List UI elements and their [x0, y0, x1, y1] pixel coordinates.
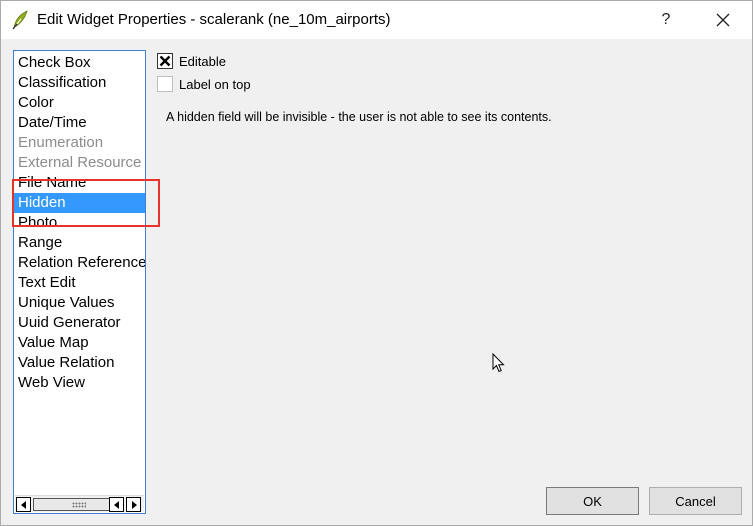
mouse-pointer-icon [492, 353, 505, 373]
list-item-range[interactable]: Range [14, 233, 145, 253]
cancel-button[interactable]: Cancel [649, 487, 742, 515]
close-button[interactable] [701, 1, 745, 39]
arrow-left-icon [20, 500, 26, 509]
editable-checkbox[interactable] [157, 53, 173, 69]
close-icon [716, 13, 730, 27]
list-item-check-box[interactable]: Check Box [14, 53, 145, 73]
widget-description: A hidden field will be invisible - the u… [166, 110, 552, 124]
scroll-right-button[interactable] [126, 497, 141, 512]
title-bar: Edit Widget Properties - scalerank (ne_1… [1, 1, 752, 39]
label-on-top-checkbox[interactable] [157, 76, 173, 92]
list-item-external-resource: External Resource [18, 154, 142, 171]
grip-icon [72, 502, 86, 508]
horizontal-scrollbar[interactable] [15, 495, 144, 512]
window-title: Edit Widget Properties - scalerank (ne_1… [37, 11, 391, 28]
list-item-file-name[interactable]: File Name [14, 173, 145, 193]
scroll-left-step-button[interactable] [109, 497, 124, 512]
ok-button[interactable]: OK [546, 487, 639, 515]
list-item-photo[interactable]: Photo [14, 213, 145, 233]
qgis-icon [12, 10, 28, 30]
list-item-web-view[interactable]: Web View [14, 373, 145, 393]
list-item-uuid-generator[interactable]: Uuid Generator [14, 313, 145, 333]
arrow-left-icon [113, 500, 119, 509]
list-item-date-time[interactable]: Date/Time [14, 113, 145, 133]
list-item-unique-values[interactable]: Unique Values [14, 293, 145, 313]
editable-option[interactable]: Editable [157, 52, 226, 70]
widget-type-list[interactable]: Check Box Classification Color Date/Time Enu… [13, 50, 146, 514]
list-item-classification[interactable]: Classification [14, 73, 145, 93]
list-item-value-map[interactable]: Value Map [14, 333, 145, 353]
edit-widget-properties-dialog: Edit Widget Properties - scalerank (ne_1… [0, 0, 753, 526]
help-button[interactable]: ? [649, 1, 683, 39]
scroll-left-button[interactable] [16, 497, 31, 512]
list-item-value-relation[interactable]: Value Relation [14, 353, 145, 373]
check-x-icon [159, 55, 171, 67]
label-on-top-label: Label on top [179, 76, 251, 92]
list-item-color[interactable]: Color [14, 93, 145, 113]
list-item-hidden[interactable]: Hidden [14, 193, 145, 213]
list-item-enumeration: Enumeration [18, 134, 104, 151]
arrow-right-icon [131, 500, 137, 509]
widget-type-items: Check Box Classification Color Date/Time Enu… [14, 51, 145, 393]
list-item-text-edit[interactable]: Text Edit [14, 273, 145, 293]
list-item-relation-reference[interactable]: Relation Reference [14, 253, 145, 273]
label-on-top-option[interactable]: Label on top [157, 75, 251, 93]
editable-label: Editable [179, 53, 226, 69]
